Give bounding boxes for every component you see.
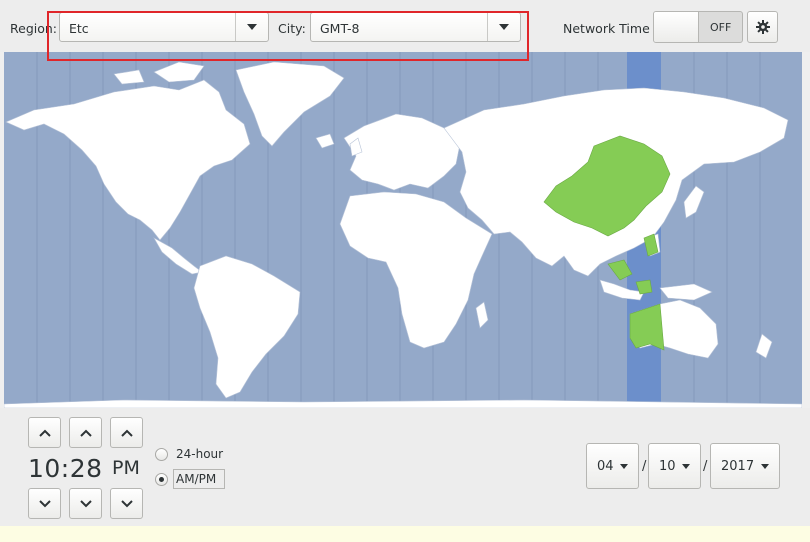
triangle-down-icon — [620, 464, 628, 469]
switch-knob[interactable] — [654, 12, 699, 42]
time-display: 10:28 — [28, 454, 103, 483]
radio-ampm-label[interactable]: AM/PM — [176, 472, 216, 486]
north-america — [5, 79, 251, 241]
gear-icon — [755, 20, 770, 34]
chevron-down-icon — [120, 499, 133, 507]
period-display: PM — [112, 457, 140, 479]
radio-24-hour[interactable] — [155, 448, 168, 461]
triangle-down-icon — [682, 464, 690, 469]
date-separator: / — [703, 459, 708, 474]
south-america — [193, 255, 301, 399]
chevron-down-icon — [38, 499, 51, 507]
timezone-map[interactable] — [4, 52, 802, 408]
period-up-button[interactable] — [110, 417, 143, 448]
radio-ampm[interactable] — [155, 473, 168, 486]
footer-strip — [0, 526, 810, 542]
year-dropdown[interactable]: 2017 — [710, 443, 780, 489]
month-dropdown[interactable]: 04 — [586, 443, 639, 489]
network-time-label: Network Time — [563, 21, 650, 36]
chevron-up-icon — [79, 429, 92, 437]
chevron-up-icon — [120, 429, 133, 437]
chevron-up-icon — [38, 429, 51, 437]
day-value: 10 — [659, 459, 676, 474]
network-time-settings-button[interactable] — [747, 11, 778, 43]
day-dropdown[interactable]: 10 — [648, 443, 701, 489]
minute-down-button[interactable] — [69, 488, 102, 519]
radio-24-hour-label[interactable]: 24-hour — [176, 447, 223, 461]
chevron-down-icon — [79, 499, 92, 507]
land-masses — [4, 61, 802, 408]
period-down-button[interactable] — [110, 488, 143, 519]
world-map[interactable] — [4, 52, 802, 408]
highlight-box — [47, 11, 529, 61]
year-value: 2017 — [721, 459, 755, 474]
triangle-down-icon — [761, 464, 769, 469]
month-value: 04 — [597, 459, 614, 474]
switch-state-label: OFF — [710, 21, 732, 34]
hour-down-button[interactable] — [28, 488, 61, 519]
greenland — [235, 61, 345, 147]
date-separator: / — [642, 459, 647, 474]
network-time-switch[interactable]: OFF — [653, 11, 743, 43]
radio-selected-dot — [159, 477, 164, 482]
minute-up-button[interactable] — [69, 417, 102, 448]
hour-up-button[interactable] — [28, 417, 61, 448]
africa — [339, 191, 493, 349]
